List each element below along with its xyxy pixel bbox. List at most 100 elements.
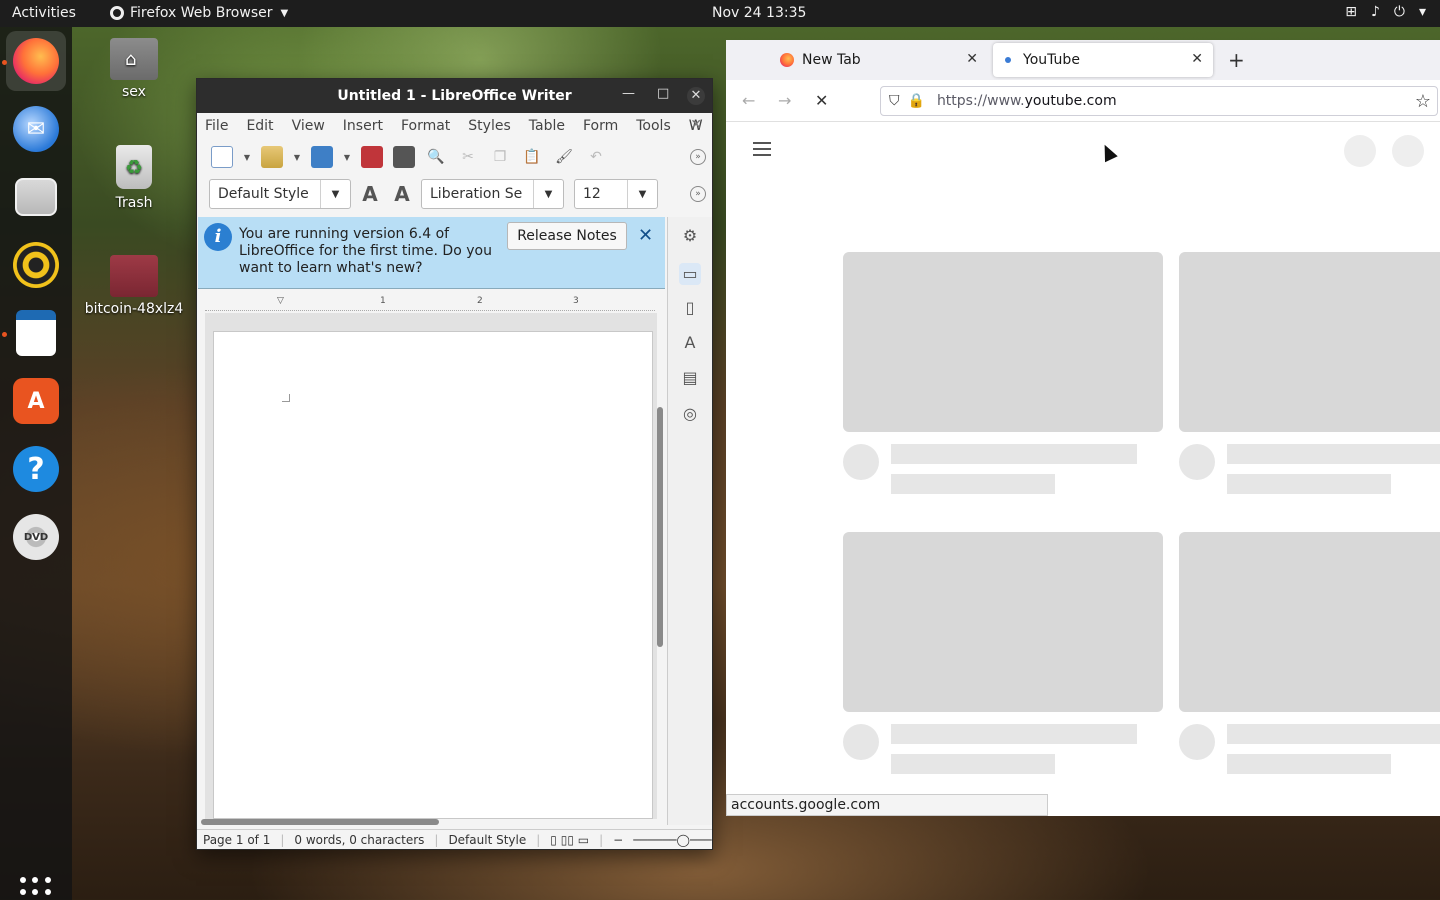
menu-form[interactable]: Form: [583, 118, 618, 134]
new-document-icon[interactable]: [211, 146, 233, 168]
dock-software[interactable]: A: [6, 371, 66, 431]
writer-menubar: File Edit View Insert Format Styles Tabl…: [197, 113, 712, 139]
shield-icon[interactable]: ⛉: [889, 93, 900, 109]
placeholder-circle: [1344, 135, 1376, 167]
chevron-down-icon[interactable]: ▼: [320, 180, 350, 208]
close-document-icon[interactable]: ✕: [690, 117, 702, 133]
print-preview-icon[interactable]: 🔍: [425, 146, 447, 168]
close-icon[interactable]: ✕: [638, 225, 653, 246]
chevron-down-icon[interactable]: ▼: [293, 146, 301, 168]
menu-view[interactable]: View: [292, 118, 325, 134]
page-style[interactable]: Default Style: [448, 833, 526, 847]
font-name-combo[interactable]: Liberation Se ▼: [421, 179, 564, 209]
libreoffice-writer-icon: [16, 310, 56, 356]
menu-edit[interactable]: Edit: [246, 118, 273, 134]
tab-youtube[interactable]: YouTube ✕: [993, 43, 1213, 77]
menu-format[interactable]: Format: [401, 118, 450, 134]
menu-icon[interactable]: [753, 142, 771, 156]
chevron-down-icon[interactable]: ▼: [533, 180, 563, 208]
forward-icon[interactable]: →: [778, 91, 791, 110]
writer-titlebar[interactable]: Untitled 1 - LibreOffice Writer — □ ✕: [197, 79, 712, 113]
new-style-icon[interactable]: A: [389, 182, 415, 206]
view-layout-icon[interactable]: ▯ ▯▯ ▭: [550, 833, 589, 847]
back-icon[interactable]: ←: [742, 91, 755, 110]
activities-button[interactable]: Activities: [12, 5, 76, 21]
dock-writer[interactable]: [6, 303, 66, 363]
trash-icon: ♻: [116, 145, 152, 189]
navigator-icon[interactable]: ◎: [679, 403, 701, 425]
infobar-message: You are running version 6.4 of LibreOffi…: [239, 226, 492, 276]
app-menu[interactable]: Firefox Web Browser ▼: [110, 5, 288, 21]
navigation-bar: ← → ✕ ⛉ 🔒 https://www.youtube.com ☆: [726, 80, 1440, 122]
chevron-down-icon[interactable]: ▼: [343, 146, 351, 168]
menu-insert[interactable]: Insert: [343, 118, 383, 134]
properties-icon[interactable]: ▭: [679, 263, 701, 285]
url-bar[interactable]: ⛉ 🔒 https://www.youtube.com ☆: [880, 86, 1438, 116]
clock[interactable]: Nov 24 13:35: [712, 5, 806, 21]
close-tab-icon[interactable]: ✕: [1191, 51, 1203, 67]
dock-dvd[interactable]: DVD: [6, 507, 66, 567]
release-notes-button[interactable]: Release Notes: [507, 222, 627, 250]
export-pdf-icon[interactable]: [361, 146, 383, 168]
zoom-out-button[interactable]: −: [613, 833, 623, 847]
avatar-placeholder: [843, 724, 879, 760]
vertical-scrollbar[interactable]: [657, 297, 665, 817]
desktop-icon-trash[interactable]: ♻ Trash: [79, 145, 189, 211]
horizontal-scrollbar[interactable]: [201, 819, 661, 827]
clone-formatting-icon[interactable]: 🖌: [553, 146, 575, 168]
open-folder-icon[interactable]: [261, 146, 283, 168]
ruler[interactable]: ▽ 1 2 3: [205, 295, 655, 311]
tab-new-tab[interactable]: New Tab ✕: [768, 43, 988, 77]
scrollbar-thumb[interactable]: [657, 407, 663, 647]
page-icon[interactable]: ▯: [679, 297, 701, 319]
font-size-combo[interactable]: 12 ▼: [574, 179, 658, 209]
update-style-icon[interactable]: A: [357, 182, 383, 206]
thunderbird-icon: ✉: [13, 106, 59, 152]
page-count[interactable]: Page 1 of 1: [203, 833, 270, 847]
dock-rhythmbox[interactable]: [6, 235, 66, 295]
copy-icon[interactable]: ❐: [489, 146, 511, 168]
sidebar-settings-icon[interactable]: ⚙: [679, 225, 701, 247]
minimize-button[interactable]: —: [622, 86, 635, 101]
toolbar-overflow-icon[interactable]: »: [690, 149, 706, 165]
desktop-icon-home[interactable]: ⌂ sex: [79, 38, 189, 100]
maximize-button[interactable]: □: [657, 86, 669, 101]
power-icon: ⏻: [1393, 4, 1405, 20]
stop-loading-icon[interactable]: ✕: [815, 91, 828, 110]
toolbar-overflow-icon[interactable]: »: [690, 186, 706, 202]
gallery-icon[interactable]: ▤: [679, 367, 701, 389]
bookmark-star-icon[interactable]: ☆: [1415, 91, 1431, 112]
dock-thunderbird[interactable]: ✉: [6, 99, 66, 159]
styles-icon[interactable]: A: [679, 332, 701, 354]
chevron-down-icon[interactable]: ▼: [243, 146, 251, 168]
menu-tools[interactable]: Tools: [636, 118, 671, 134]
cut-icon[interactable]: ✂: [457, 146, 479, 168]
new-tab-button[interactable]: +: [1228, 48, 1245, 72]
lock-icon[interactable]: 🔒: [908, 93, 925, 109]
close-tab-icon[interactable]: ✕: [966, 51, 978, 67]
paragraph-style-combo[interactable]: Default Style ▼: [209, 179, 351, 209]
paste-icon[interactable]: 📋: [521, 146, 543, 168]
scrollbar-thumb[interactable]: [201, 819, 439, 825]
video-placeholder-card: [1179, 532, 1440, 774]
desktop-icon-folder[interactable]: bitcoin-48xlz4: [79, 255, 189, 317]
print-icon[interactable]: [393, 146, 415, 168]
dock-files[interactable]: [6, 167, 66, 227]
chevron-down-icon[interactable]: ▼: [627, 180, 657, 208]
system-menu[interactable]: ⊞ ♪ ⏻ ▾: [1345, 4, 1426, 20]
menu-file[interactable]: File: [205, 118, 228, 134]
document-page[interactable]: [213, 331, 653, 819]
dock-help[interactable]: ?: [6, 439, 66, 499]
show-applications-icon[interactable]: [20, 877, 52, 900]
zoom-slider[interactable]: ──────◯───: [633, 833, 711, 847]
menu-table[interactable]: Table: [529, 118, 565, 134]
word-count[interactable]: 0 words, 0 characters: [294, 833, 424, 847]
dock-firefox[interactable]: [6, 31, 66, 91]
menu-styles[interactable]: Styles: [468, 118, 510, 134]
undo-icon[interactable]: ↶: [585, 146, 607, 168]
standard-toolbar: ▼ ▼ ▼ 🔍 ✂ ❐ 📋 🖌 ↶ »: [197, 139, 712, 175]
youtube-page: [726, 122, 1440, 816]
save-icon[interactable]: [311, 146, 333, 168]
close-button[interactable]: ✕: [687, 87, 705, 105]
url-text[interactable]: https://www.youtube.com: [937, 93, 1117, 109]
